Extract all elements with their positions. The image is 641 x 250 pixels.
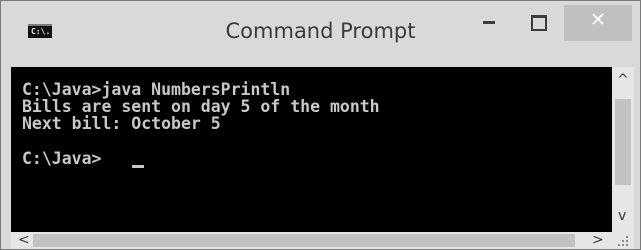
scroll-right-icon[interactable]: > (592, 233, 604, 247)
text-cursor (132, 165, 144, 168)
console-output[interactable]: C:\Java>java NumbersPrintln Bills are se… (11, 67, 612, 232)
minimize-icon (483, 21, 495, 24)
title-bar[interactable]: C:\. Command Prompt ✕ (1, 1, 640, 57)
scroll-left-icon[interactable]: < (18, 233, 30, 247)
close-button[interactable]: ✕ (564, 5, 632, 41)
scroll-up-icon[interactable]: ^ (617, 73, 629, 87)
maximize-icon (531, 15, 547, 31)
resize-grip-icon[interactable] (612, 232, 634, 249)
maximize-button[interactable] (519, 9, 561, 41)
console-line: Next bill: October 5 (22, 114, 221, 133)
console-prompt-line: C:\Java> (22, 149, 102, 168)
horizontal-scrollbar[interactable]: < > (11, 232, 612, 249)
horizontal-scroll-thumb[interactable] (33, 234, 575, 247)
scroll-down-icon[interactable]: v (618, 209, 626, 223)
close-icon: ✕ (590, 9, 606, 31)
vertical-scrollbar[interactable]: ^ v (612, 67, 634, 232)
minimize-button[interactable] (469, 9, 511, 41)
command-prompt-window: C:\. Command Prompt ✕ C:\Java>java Numbe… (0, 0, 641, 250)
vertical-scroll-thumb[interactable] (615, 99, 631, 185)
